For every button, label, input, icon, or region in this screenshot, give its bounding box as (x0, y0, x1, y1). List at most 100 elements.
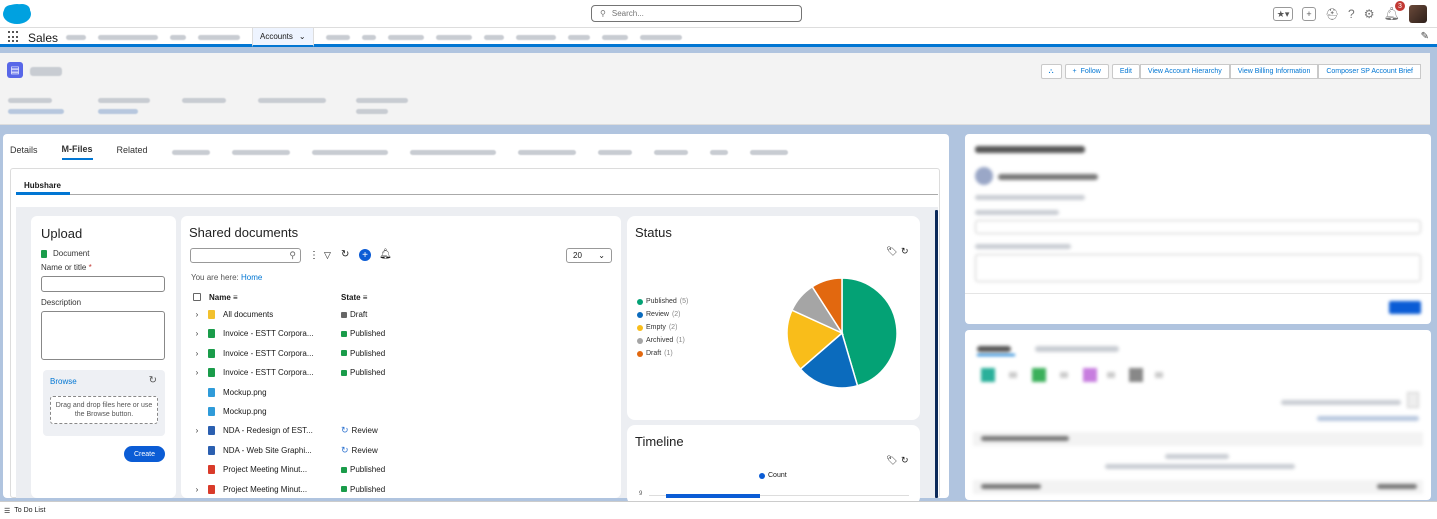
chevron-right-icon[interactable]: › (191, 329, 203, 338)
add-document-icon[interactable]: + (359, 249, 371, 261)
action-icon[interactable] (1107, 372, 1115, 378)
nav-tab-redacted[interactable] (361, 35, 376, 40)
document-name[interactable]: All documents (223, 310, 329, 319)
global-actions-icon[interactable]: + (1302, 7, 1317, 21)
documents-search-input[interactable]: ⚲ (190, 248, 301, 263)
tab-hubshare[interactable]: Hubshare (24, 181, 61, 190)
chevron-down-icon[interactable]: ⌄ (299, 32, 306, 41)
global-search-input[interactable]: ⚲ Search... (591, 5, 802, 22)
tab-redacted[interactable] (231, 149, 290, 155)
tab-redacted[interactable] (749, 149, 788, 155)
action-icon[interactable] (1009, 372, 1017, 378)
submit-button[interactable] (1389, 301, 1421, 314)
more-options-icon[interactable]: ⋮ (309, 250, 319, 261)
document-name[interactable]: Invoice - ESTT Corpora... (223, 349, 329, 358)
to-do-list-button[interactable]: To Do List (14, 507, 45, 514)
sort-icon[interactable]: ≡ (363, 293, 368, 302)
refresh-icon[interactable]: ↻ (901, 455, 909, 466)
action-icon[interactable] (1032, 368, 1046, 382)
edit-button[interactable]: Edit (1111, 64, 1140, 79)
document-name[interactable]: Mockup.png (223, 407, 329, 416)
action-icon[interactable] (1129, 368, 1143, 382)
sort-icon[interactable]: ≡ (233, 293, 238, 302)
tab-redacted[interactable] (311, 149, 388, 155)
nav-tab-accounts[interactable]: Accounts ⌄ (252, 28, 314, 47)
gear-icon[interactable]: ⚙ (1364, 7, 1375, 21)
nav-tab-redacted[interactable] (66, 35, 86, 40)
chevron-right-icon[interactable]: › (191, 310, 203, 319)
bell-icon[interactable]: 🔔︎ (379, 249, 392, 260)
tab-redacted[interactable] (171, 149, 210, 155)
nav-tab-redacted[interactable] (601, 35, 628, 40)
refresh-icon[interactable]: ↻ (341, 249, 349, 260)
list-item[interactable]: › Invoice - ESTT Corpora... Published (191, 363, 611, 382)
tab-redacted[interactable] (709, 149, 728, 155)
view-billing-information-button[interactable]: View Billing Information (1229, 64, 1319, 79)
trailhead-icon[interactable]: ⛑ (1325, 8, 1339, 21)
list-item[interactable]: › All documents Draft (191, 305, 611, 324)
list-item[interactable]: › NDA - Redesign of EST... ↻ Review (191, 421, 611, 440)
nav-tab-redacted[interactable] (515, 35, 556, 40)
refresh-icon[interactable]: ↻ (901, 246, 909, 257)
salesforce-logo-icon[interactable] (2, 3, 32, 25)
tab-redacted[interactable] (977, 346, 1011, 352)
select-all-checkbox[interactable] (193, 293, 201, 301)
action-icon[interactable] (1155, 372, 1163, 378)
tab-related[interactable]: Related (117, 145, 148, 159)
tag-icon[interactable]: 🏷︎ (886, 246, 897, 257)
help-icon[interactable]: ? (1348, 7, 1355, 21)
chevron-right-icon[interactable]: › (191, 426, 203, 435)
nav-tab-redacted[interactable] (387, 35, 424, 40)
chevron-right-icon[interactable]: › (191, 485, 203, 494)
create-button[interactable]: Create (124, 446, 165, 462)
settings-icon[interactable] (1407, 392, 1419, 408)
nav-tab-redacted[interactable] (170, 35, 186, 40)
app-launcher-icon[interactable] (8, 31, 20, 43)
tag-icon[interactable]: 🏷︎ (886, 455, 897, 466)
document-name[interactable]: Invoice - ESTT Corpora... (223, 368, 329, 377)
filter-icon[interactable]: ▽ (324, 250, 331, 261)
select-field[interactable] (975, 220, 1421, 234)
scrollbar[interactable] (935, 210, 938, 498)
list-item[interactable]: NDA - Web Site Graphi... ↻ Review (191, 441, 611, 460)
list-icon[interactable]: ☰ (4, 507, 10, 515)
legend-item[interactable]: Published (5) (637, 298, 688, 305)
list-item[interactable]: › Project Meeting Minut... Published (191, 480, 611, 499)
legend-item[interactable]: Empty (2) (637, 324, 677, 331)
link-redacted[interactable] (1317, 416, 1419, 421)
state-column-header[interactable]: State ≡ (341, 293, 367, 302)
chevron-right-icon[interactable]: › (191, 368, 203, 377)
drop-zone[interactable]: Drag and drop files here or use the Brow… (50, 396, 158, 424)
favorites-icon[interactable]: ★▾ (1273, 7, 1294, 21)
action-icon[interactable] (1060, 372, 1068, 378)
legend-item[interactable]: Draft (1) (637, 350, 673, 357)
tab-details[interactable]: Details (10, 145, 38, 159)
nav-tab-redacted[interactable] (567, 35, 590, 40)
edit-nav-icon[interactable]: ✎ (1421, 31, 1429, 42)
refresh-icon[interactable]: ↻ (149, 375, 157, 386)
tab-redacted[interactable] (653, 149, 688, 155)
bell-icon[interactable]: 🔔︎ 3 (1383, 1, 1405, 22)
list-item[interactable]: Project Meeting Minut... Published (191, 460, 611, 479)
view-account-hierarchy-button[interactable]: View Account Hierarchy (1139, 64, 1230, 79)
hierarchy-icon-button[interactable]: ⛬ (1040, 64, 1062, 79)
legend-item[interactable]: Review (2) (637, 311, 681, 318)
tab-redacted[interactable] (409, 149, 496, 155)
document-name[interactable]: Project Meeting Minut... (223, 485, 329, 494)
composer-sp-account-brief-button[interactable]: Composer SP Account Brief (1318, 64, 1421, 79)
document-name[interactable]: NDA - Redesign of EST... (223, 426, 329, 435)
document-name[interactable]: NDA - Web Site Graphi... (223, 446, 329, 455)
text-area[interactable] (975, 254, 1421, 282)
nav-tab-redacted[interactable] (483, 35, 504, 40)
nav-tab-redacted[interactable] (639, 35, 682, 40)
tab-m-files[interactable]: M-Files (61, 144, 93, 160)
nav-tab-redacted[interactable] (98, 35, 158, 40)
page-size-select[interactable]: 20 ⌄ (566, 248, 612, 263)
document-name[interactable]: Invoice - ESTT Corpora... (223, 329, 329, 338)
nav-tab-redacted[interactable] (198, 35, 240, 40)
legend-item[interactable]: Archived (1) (637, 337, 685, 344)
action-icon[interactable] (1083, 368, 1097, 382)
list-item[interactable]: Mockup.png (191, 383, 611, 402)
list-item[interactable]: › Invoice - ESTT Corpora... Published (191, 344, 611, 363)
document-name[interactable]: Project Meeting Minut... (223, 465, 329, 474)
